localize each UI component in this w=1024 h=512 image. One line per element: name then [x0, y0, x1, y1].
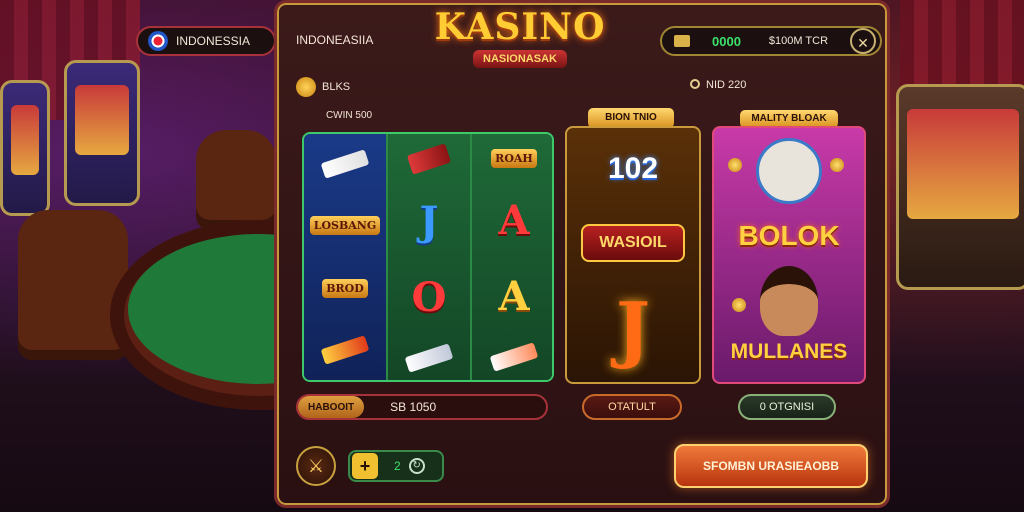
refresh-icon[interactable]: ↻: [408, 458, 425, 474]
casino-logo: KASINO NASIONASAK: [420, 6, 620, 92]
bonus-button[interactable]: OTATULT: [582, 394, 682, 420]
coin-icon: [830, 158, 844, 172]
slots-tag: CWIN 500: [325, 110, 373, 121]
reel-symbol: A: [498, 196, 530, 244]
reel-3: ROAH A A: [472, 134, 552, 380]
bonus-crest: WASIOIL: [581, 224, 685, 262]
swords-icon[interactable]: ⚔: [296, 446, 336, 486]
slot-machine-bg: [64, 60, 140, 206]
settings-icon[interactable]: ✕: [850, 28, 876, 54]
chair: [18, 210, 128, 360]
balance-bar: HABOOIT SB 1050: [296, 394, 548, 420]
balance-value: SB 1050: [390, 400, 437, 414]
ticket-icon: [320, 335, 370, 365]
character-avatar: [760, 266, 818, 336]
gem-label: NID 220: [706, 79, 747, 91]
coin-icon: [728, 158, 742, 172]
wallet-icon: [674, 35, 690, 47]
chips-icon: [489, 342, 539, 373]
bet-stepper[interactable]: + 2 ↻: [348, 450, 444, 482]
slot-reels[interactable]: LOSBANG BROD J O ROAH A A: [302, 132, 554, 382]
language-label: INDONESSIA: [176, 34, 251, 48]
gem-icon: [690, 79, 700, 89]
cash-icon: [406, 142, 452, 175]
reel-symbol: ROAH: [491, 148, 537, 168]
mascot-icon: [756, 138, 822, 204]
reel-symbol: O: [411, 273, 447, 321]
promo-title: MULLANES: [730, 340, 848, 363]
logo-title: KASINO: [434, 6, 606, 48]
reel-symbol: J: [419, 197, 439, 245]
dice-icon: [320, 149, 370, 179]
bet-label: $100M TCR: [768, 35, 829, 47]
promo-button[interactable]: 0 OTGNISI: [738, 394, 836, 420]
plus-icon[interactable]: +: [352, 453, 378, 479]
balance-label: HABOOIT: [298, 396, 365, 418]
reel-symbol: A: [498, 273, 530, 321]
bonus-tag: BION TNIO: [588, 108, 674, 128]
coin-icon: [296, 77, 316, 97]
chip-icon: [404, 342, 454, 373]
chair: [196, 130, 276, 230]
bonus-number: 102: [607, 152, 659, 185]
flag-icon: [148, 31, 168, 51]
reel-symbol: BROD: [322, 279, 368, 298]
reel-2: J O: [388, 134, 472, 380]
coin-icon: [732, 298, 746, 312]
slot-machine-bg: [0, 80, 50, 216]
reel-symbol: LOSBANG: [309, 216, 381, 235]
bonus-letter: J: [615, 286, 651, 371]
language-selector[interactable]: INDONESSIA: [136, 26, 276, 56]
language-secondary[interactable]: INDONEASIIA: [296, 33, 373, 47]
credit-value: 0000: [712, 33, 741, 49]
promo-logo: BOLOK: [738, 220, 840, 251]
bonus-card[interactable]: 102 WASIOIL J: [565, 126, 701, 384]
play-button[interactable]: SFOMBN URASIEAOBB: [674, 444, 868, 488]
logo-subtitle: NASIONASAK: [473, 50, 567, 68]
coin-label: BLKS: [322, 81, 351, 93]
stepper-value: 2: [394, 459, 401, 473]
slot-machine-bg: [896, 84, 1024, 290]
promo-card[interactable]: BOLOK MULLANES: [712, 126, 866, 384]
credit-display: 0000 $100M TCR: [660, 26, 882, 56]
reel-1: LOSBANG BROD: [304, 134, 388, 380]
